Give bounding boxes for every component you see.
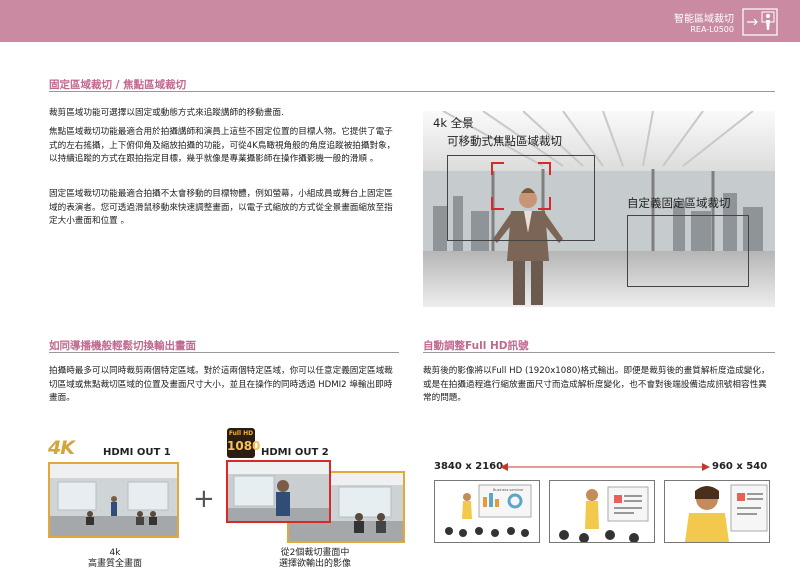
hdmi-out-1-preview <box>48 462 179 538</box>
caption-full-view: 4k 高畫質全畫面 <box>70 548 160 570</box>
smart-framing-icon <box>742 8 778 36</box>
panel-close-crop <box>664 480 770 543</box>
fullhd-1080-logo: Full HD 1080 <box>227 428 261 458</box>
label-4k-full-view: 4k 全景 <box>433 116 474 130</box>
header-bar: 智能區域裁切 REA-L0500 <box>0 0 800 42</box>
hdmi-out-1-label: HDMI OUT 1 <box>103 447 171 458</box>
plus-sign: + <box>193 484 215 514</box>
full-view-thumbnail <box>50 464 177 536</box>
fullhd-logo-number: 1080 <box>227 439 261 453</box>
crop-a-thumbnail <box>228 462 329 521</box>
section-title-fullhd: 自動調整Full HD訊號 <box>423 340 529 352</box>
focus-crop-description: 焦點區域裁切功能最適合用於拍攝講師和演員上這些不固定位置的目標人物。它提供了電子… <box>49 127 396 164</box>
cropping-intro-text: 裁剪區域功能可選擇以固定或動態方式來追蹤講師的移動畫面. <box>49 108 284 118</box>
caption-select-output: 選擇欲輸出的影像 <box>278 559 351 569</box>
section-title-cropping: 固定區域裁切 / 焦點區域裁切 <box>49 79 187 91</box>
hdmi-out-2-crop-a <box>226 460 331 523</box>
label-focus-crop: 可移動式焦點區域裁切 <box>447 134 562 148</box>
focus-target-marker <box>491 162 551 210</box>
label-fixed-crop: 自定義固定區域裁切 <box>627 196 731 210</box>
fixed-crop-frame <box>627 215 749 287</box>
4k-logo: 4K <box>48 437 75 459</box>
cropping-scene-image: 4k 全景 可移動式焦點區域裁切 自定義固定區域裁切 <box>423 111 775 307</box>
panel-mid-crop <box>549 480 655 543</box>
panel-full-resolution: Business seminar <box>434 480 540 543</box>
caption-from-two-crops: 從2個裁切畫面中 <box>280 548 350 558</box>
section-divider <box>49 352 399 353</box>
fullhd-description: 裁剪後的影像將以Full HD (1920x1080)格式輸出。即便是裁剪後的畫… <box>423 366 770 403</box>
switching-description: 拍攝時最多可以同時裁剪兩個特定區域。對於這兩個特定區域，你可以任意定義固定區域裁… <box>49 366 393 403</box>
caption-crop-select: 從2個裁切畫面中 選擇欲輸出的影像 <box>255 548 375 570</box>
header-title: 智能區域裁切 <box>674 14 734 25</box>
seminar-mid-thumbnail <box>559 486 649 542</box>
resolution-arrow <box>500 463 710 471</box>
resolution-4k-label: 3840 x 2160 <box>434 461 504 472</box>
caption-full-quality: 高畫質全畫面 <box>87 559 142 569</box>
header-model: REA-L0500 <box>690 25 734 34</box>
slide-title-text: Business seminar <box>493 488 524 492</box>
fullhd-logo-top: Full HD <box>228 430 254 437</box>
section-title-switching: 如同導播機般輕鬆切換輸出畫面 <box>49 340 196 352</box>
hdmi-out-2-label: HDMI OUT 2 <box>261 447 329 458</box>
resolution-crop-label: 960 x 540 <box>712 461 768 472</box>
section-divider <box>423 352 775 353</box>
section-divider <box>49 91 775 92</box>
seminar-close-thumbnail <box>685 484 768 542</box>
caption-4k: 4k <box>109 548 121 558</box>
seminar-wide-thumbnail: Business seminar <box>445 484 532 537</box>
fixed-crop-description: 固定區域裁切功能最適合拍攝不太會移動的目標物體，例如螢幕，小組成員或舞台上固定區… <box>49 189 393 226</box>
